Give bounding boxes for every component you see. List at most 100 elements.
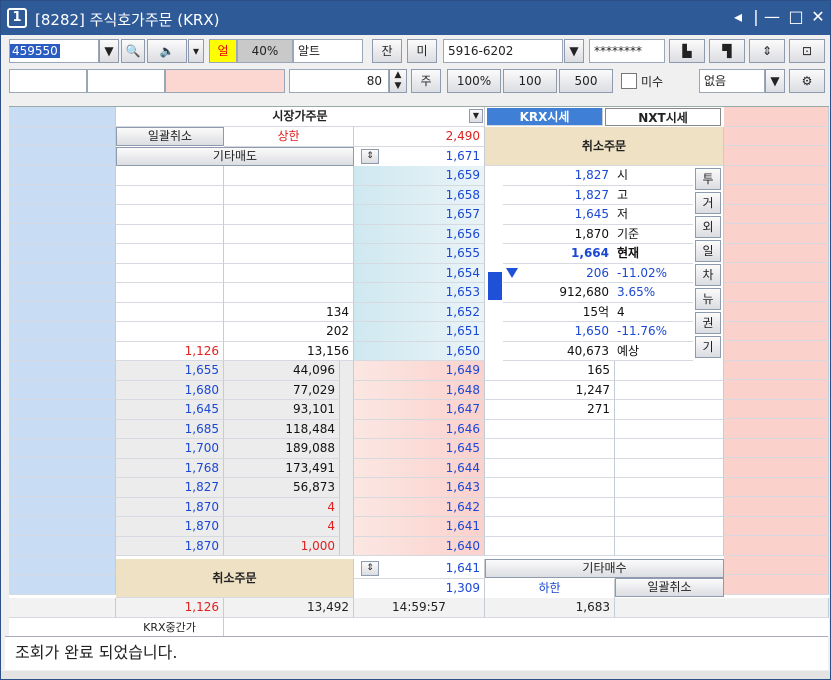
bid-qty-cell[interactable] (485, 458, 615, 478)
condition-select[interactable]: 없음 (699, 69, 765, 93)
bid-price-cell[interactable]: 1,647 (354, 400, 485, 420)
unfilled-button[interactable]: 미 (407, 39, 437, 63)
bid-price-cell[interactable]: 1,644 (354, 458, 485, 478)
sound-icon[interactable]: 🔈 (147, 39, 187, 63)
ask-price-cell[interactable]: 1,653 (354, 283, 485, 303)
bid-qty-cell[interactable] (485, 517, 615, 537)
misu-checkbox[interactable] (621, 73, 637, 89)
quantity-input[interactable]: 80 (289, 69, 389, 93)
side-tab-2[interactable]: 외 (695, 216, 721, 238)
account-select[interactable]: 5916-6202 (443, 39, 563, 63)
bid-qty-cell[interactable]: 271 (485, 400, 615, 420)
krx-tab[interactable]: KRX시세 (487, 108, 603, 126)
password-input[interactable]: ******** (589, 39, 665, 63)
market-order-header[interactable]: 시장가주문 (116, 107, 485, 127)
ask-price-cell[interactable]: 1,652 (354, 302, 485, 322)
bid-price-cell[interactable]: 1,648 (354, 380, 485, 400)
ask-qty-cell[interactable] (224, 224, 354, 244)
ask-price-cell[interactable]: 1,654 (354, 263, 485, 283)
info-value: 206 (503, 264, 613, 283)
stock-code-input[interactable]: 459550 (9, 39, 99, 63)
condition-dropdown-icon[interactable]: ▼ (765, 69, 785, 93)
ask-qty-cell[interactable]: 134 (224, 302, 354, 322)
ask-price-cell[interactable]: 1,650 (354, 341, 485, 361)
bid-qty-cell[interactable] (485, 419, 615, 439)
price-field[interactable] (165, 69, 285, 93)
window-icon[interactable]: ⊡ (789, 39, 825, 63)
other-buy-button[interactable]: 기타매수 (485, 559, 724, 578)
bid-qty-cell[interactable] (485, 497, 615, 517)
account-dropdown-icon[interactable]: ▼ (564, 39, 584, 63)
nxt-tab[interactable]: NXT시세 (605, 108, 721, 126)
qty-stepper[interactable]: ▲ ▼ (389, 69, 407, 93)
market-dropdown-icon[interactable]: ▼ (469, 109, 483, 123)
search-icon[interactable]: 🔍 (121, 39, 145, 63)
ask-qty-cell[interactable] (224, 205, 354, 225)
ask-qty-cell[interactable] (224, 283, 354, 303)
ask-price-cell[interactable]: 1,655 (354, 244, 485, 264)
bid-qty-cell[interactable]: 165 (485, 361, 615, 381)
cancel-all-sell-button[interactable]: 일괄취소 (116, 127, 224, 146)
bid-price-cell[interactable]: 1,641 (354, 517, 485, 537)
ask-left-cell (116, 263, 224, 283)
status-bar: 조회가 완료 되었습니다. (5, 636, 828, 670)
bid-qty-cell[interactable] (485, 478, 615, 498)
code-dropdown-icon[interactable]: ▼ (99, 39, 119, 63)
window-title: [8282] 주식호가주문 (KRX) (35, 11, 220, 29)
qty-100pct-button[interactable]: 100% (447, 69, 501, 93)
bid-price-cell[interactable]: 1,649 (354, 361, 485, 381)
ask-qty-cell[interactable] (224, 263, 354, 283)
side-tab-5[interactable]: 뉴 (695, 288, 721, 310)
bid-price-cell[interactable]: 1,640 (354, 536, 485, 556)
ask-qty-cell[interactable] (224, 166, 354, 186)
side-tab-7[interactable]: 기 (695, 336, 721, 358)
ask-price-cell[interactable]: 1,656 (354, 224, 485, 244)
ask-price-cell[interactable]: 1,657 (354, 205, 485, 225)
ask-qty-cell[interactable]: 13,156 (224, 341, 354, 361)
side-tab-3[interactable]: 일 (695, 240, 721, 262)
lower-limit-price[interactable]: 1,309 (354, 579, 485, 599)
sell-scroll-icon[interactable]: ⇕ (361, 149, 379, 164)
ask-price-cell[interactable]: 1,658 (354, 185, 485, 205)
bid-price-cell[interactable]: 1,646 (354, 419, 485, 439)
trade-scroll-track[interactable] (340, 361, 354, 556)
close-icon[interactable]: ✕ (807, 7, 829, 26)
qty-100-button[interactable]: 100 (503, 69, 557, 93)
ask-qty-cell[interactable] (224, 185, 354, 205)
upper-limit-price[interactable]: 2,490 (354, 127, 485, 147)
swap-icon[interactable]: ⇕ (749, 39, 785, 63)
left-blank-row (9, 516, 116, 536)
bid-price-cell[interactable]: 1,643 (354, 478, 485, 498)
side-tab-4[interactable]: 차 (695, 264, 721, 286)
side-tab-0[interactable]: 투 (695, 168, 721, 190)
ask-price-cell[interactable]: 1,651 (354, 322, 485, 342)
field-b[interactable] (87, 69, 165, 93)
ask-qty-cell[interactable] (224, 244, 354, 264)
minimize-icon[interactable]: — (761, 7, 783, 26)
bid-qty-cell[interactable]: 1,247 (485, 380, 615, 400)
cancel-order-sell-button[interactable]: 취소주문 (485, 127, 724, 166)
alt-field[interactable]: 알트 (293, 39, 363, 63)
right-blank-row (724, 282, 829, 302)
other-sell-button[interactable]: 기타매도 (116, 147, 354, 166)
bid-price-cell[interactable]: 1,645 (354, 439, 485, 459)
layout2-icon[interactable]: ▜ (709, 39, 745, 63)
field-a[interactable] (9, 69, 87, 93)
maximize-icon[interactable]: □ (785, 7, 807, 26)
settings-gear-icon[interactable]: ⚙ (789, 69, 825, 93)
sound-dropdown-icon[interactable]: ▾ (188, 39, 204, 63)
side-tab-6[interactable]: 권 (695, 312, 721, 334)
cancel-all-buy-button[interactable]: 일괄취소 (615, 578, 724, 597)
ask-price-cell[interactable]: 1,659 (354, 166, 485, 186)
qty-500-button[interactable]: 500 (559, 69, 613, 93)
buy-scroll-icon[interactable]: ⇕ (361, 561, 379, 576)
bid-qty-cell[interactable] (485, 536, 615, 556)
ask-qty-cell[interactable]: 202 (224, 322, 354, 342)
right-blank-row (724, 360, 829, 380)
bid-price-cell[interactable]: 1,642 (354, 497, 485, 517)
cancel-order-buy-button[interactable]: 취소주문 (116, 559, 354, 598)
bid-qty-cell[interactable] (485, 439, 615, 459)
balance-button[interactable]: 잔 (372, 39, 402, 63)
layout1-icon[interactable]: ▙ (669, 39, 705, 63)
side-tab-1[interactable]: 거 (695, 192, 721, 214)
